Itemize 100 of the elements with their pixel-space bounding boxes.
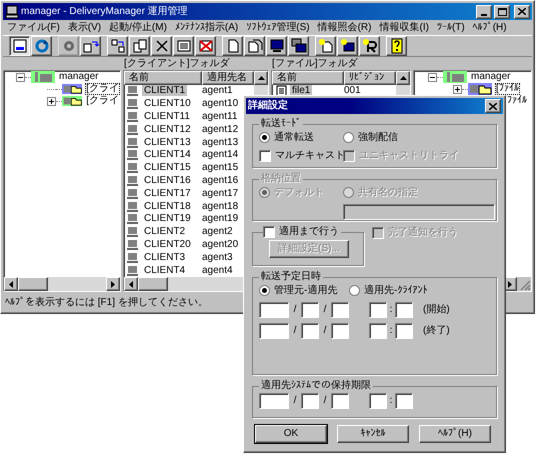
client-name[interactable]: CLIENT20 [142,238,193,250]
checkbox-label: 適用まで行う [279,226,339,238]
refresh-icon [34,38,50,54]
expander-icon[interactable] [428,72,437,82]
date-field[interactable] [259,393,289,409]
column-header[interactable]: 適用先名 [202,71,254,85]
menu-item[interactable]: 起動/停止(M) [105,22,171,34]
date-field[interactable] [301,393,319,409]
close-button[interactable] [485,99,501,113]
client-name[interactable]: CLIENT14 [142,149,193,160]
menu-item[interactable]: 表示(V) [64,22,106,34]
table-cell-text: agent3 [202,252,234,264]
client-name[interactable]: CLIENT1 [142,85,188,96]
right-arrow-icon [508,280,512,288]
separator-text: : [388,395,394,407]
up-arrow-icon [258,76,264,80]
minimize-button[interactable] [476,4,492,18]
group-label: 格納位置 [260,173,302,185]
toolbar-button[interactable] [9,36,30,56]
menu-item[interactable]: ﾂｰﾙ(T) [432,22,469,34]
client-name[interactable]: CLIENT11 [142,110,192,122]
column-header[interactable]: 名前 [272,71,344,85]
minimize-icon [481,14,487,16]
pages-icon [246,38,262,54]
menu-item[interactable]: ﾍﾙﾌﾟ(H) [468,22,511,34]
tree-item[interactable]: manager [58,71,100,83]
client-name[interactable]: CLIENT19 [142,213,193,224]
new-page-icon [318,38,334,54]
column-header[interactable]: 名前 [124,71,202,85]
client-name[interactable]: CLIENT13 [142,136,193,148]
client-name[interactable]: CLIENT15 [142,162,193,174]
menu-item[interactable]: ﾒﾝﾃﾅﾝｽ指示(A) [170,22,242,34]
computers-icon [290,38,306,54]
dialog-button[interactable]: OK [255,425,327,443]
date-field[interactable] [259,323,289,339]
client-name[interactable]: CLIENT4 [142,264,188,276]
scrollbar[interactable] [4,277,120,291]
radio-label: 管理元-適用先 [274,284,338,296]
tree-item[interactable]: [クライ [85,95,120,107]
checkbox[interactable] [263,226,275,238]
tree-item[interactable]: [クライ [85,83,120,95]
tree-item[interactable]: [ﾌｧｲﾙ [495,83,520,95]
radio-button[interactable] [343,132,354,143]
separator-text: / [322,304,328,316]
table-cell-text: 001 [344,85,362,98]
minus-icon [18,74,23,80]
client-name[interactable]: CLIENT3 [142,252,188,263]
dialog-button[interactable]: ｷｬﾝｾﾙ [337,425,409,443]
client-name[interactable]: CLIENT18 [142,200,193,212]
resize-grip[interactable] [517,277,531,291]
window-title: manager - DeliveryManager 運用管理 [21,6,189,18]
dialog-button[interactable]: ﾍﾙﾌﾟ(H) [419,425,491,443]
expander-icon[interactable] [16,72,25,82]
separator-text: : [388,304,394,316]
table-cell-text: agent13 [202,136,240,149]
client-name[interactable]: CLIENT10 [142,98,193,110]
radio-button[interactable] [259,285,270,296]
client-name[interactable]: CLIENT16 [142,174,193,186]
date-field[interactable] [395,393,413,409]
date-field[interactable] [369,393,387,409]
date-field[interactable] [331,323,349,339]
checkbox-label: ユニキャストリトライ [359,150,459,162]
date-field[interactable] [301,302,319,318]
tree-item[interactable]: ﾌｧｲﾙ [506,95,528,107]
table-cell-text: agent14 [202,149,240,162]
close-button[interactable] [514,4,530,18]
client-name[interactable]: CLIENT17 [142,188,193,199]
client-name[interactable]: CLIENT2 [142,226,188,238]
separator-text: / [292,304,298,316]
list-icon [12,38,28,54]
radio-button[interactable] [259,132,270,143]
menu-item[interactable]: 情報収集(I) [375,22,433,34]
column-header[interactable]: ﾘﾋﾞｼﾞｮﾝ [344,71,396,85]
plus-icon [455,86,460,92]
minus-icon [430,74,435,80]
expander-icon[interactable] [453,84,462,94]
panel-caption: [クライアント]フォルダ [123,58,231,70]
menu-item[interactable]: ファイル(F) [3,22,64,34]
file-name[interactable]: file1 [290,85,312,96]
tree-item[interactable]: manager [470,71,512,83]
date-field[interactable] [301,323,319,339]
table-cell-text: agent15 [202,162,240,174]
date-field[interactable] [369,302,387,318]
date-field[interactable] [395,302,413,318]
client-name[interactable]: CLIENT12 [142,124,193,135]
table-cell-text: agent17 [202,188,240,200]
radio-button[interactable] [349,285,360,296]
date-field[interactable] [395,323,413,339]
checkbox[interactable] [259,150,271,162]
date-field[interactable] [259,302,289,318]
maximize-button[interactable] [494,4,510,18]
table-cell-text: agent1 [202,85,234,98]
close-icon [518,8,526,15]
date-field[interactable] [331,393,349,409]
expander-icon[interactable] [47,96,56,106]
menu-item[interactable]: ｿﾌﾄｳｪｱ管理(S) [242,22,314,34]
date-field[interactable] [369,323,387,339]
date-field[interactable] [331,302,349,318]
table-cell-text: agent4 [202,264,234,277]
menu-item[interactable]: 情報照会(R) [314,22,376,34]
